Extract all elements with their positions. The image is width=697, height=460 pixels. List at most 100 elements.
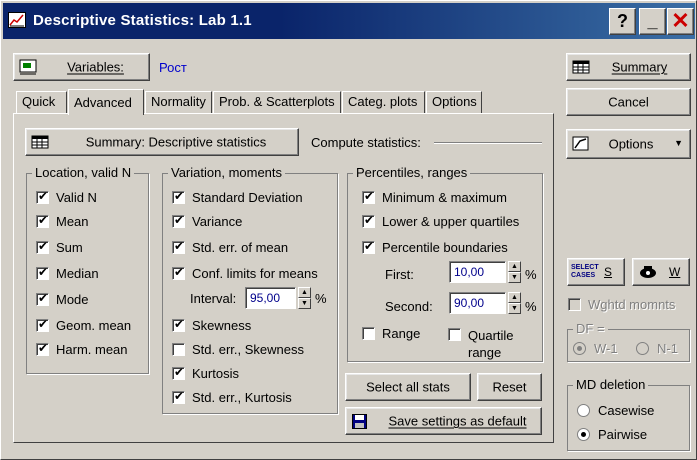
cancel-button[interactable]: Cancel bbox=[566, 88, 691, 116]
casewise-radio[interactable]: Casewise bbox=[577, 403, 654, 418]
summary-button[interactable]: Summary bbox=[566, 53, 691, 81]
df-group-title: DF = bbox=[573, 321, 608, 336]
checkbox-box bbox=[36, 189, 49, 204]
second-spinner[interactable]: ▲ ▼ bbox=[508, 292, 521, 314]
percentile-boundaries-checkbox[interactable]: Percentile boundaries bbox=[362, 239, 508, 255]
variables-icon bbox=[19, 59, 37, 78]
mode-checkbox[interactable]: Mode bbox=[36, 291, 89, 307]
std-err-kurtosis-checkbox[interactable]: Std. err., Kurtosis bbox=[172, 389, 292, 405]
spin-down-icon[interactable]: ▼ bbox=[508, 272, 521, 283]
spin-up-icon[interactable]: ▲ bbox=[298, 287, 311, 298]
percentiles-group-title: Percentiles, ranges bbox=[353, 165, 471, 180]
first-spinner[interactable]: ▲ ▼ bbox=[508, 261, 521, 283]
checkbox-label: Median bbox=[56, 266, 99, 281]
quartile-range-label-2: range bbox=[468, 345, 502, 360]
radio-label: W-1 bbox=[594, 341, 618, 356]
variables-value: Рост bbox=[159, 60, 187, 75]
checkbox-box bbox=[172, 189, 185, 204]
button-label: Save settings as default bbox=[388, 413, 527, 429]
checkbox-label: Wghtd momnts bbox=[588, 297, 676, 312]
first-percentile-input[interactable]: 10,00 bbox=[449, 261, 506, 283]
variables-button[interactable]: Variables: bbox=[13, 53, 150, 81]
standard-deviation-checkbox[interactable]: Standard Deviation bbox=[172, 189, 303, 205]
checkbox-box bbox=[362, 239, 375, 254]
save-settings-default-button[interactable]: Save settings as default bbox=[345, 407, 542, 435]
chevron-down-icon: ▼ bbox=[674, 138, 683, 148]
wghtd-momnts-checkbox[interactable]: Wghtd momnts bbox=[568, 297, 675, 312]
range-checkbox[interactable]: Range bbox=[362, 326, 420, 341]
compute-separator bbox=[434, 142, 542, 144]
select-cases-icon: SELECT CASES bbox=[571, 264, 599, 279]
mean-checkbox[interactable]: Mean bbox=[36, 213, 89, 229]
variables-button-label: Variables: bbox=[67, 59, 124, 75]
tab-label: Prob. & Scatterplots bbox=[219, 94, 335, 109]
quartiles-checkbox[interactable]: Lower & upper quartiles bbox=[362, 213, 519, 229]
tab-options[interactable]: Options bbox=[426, 91, 482, 113]
sum-checkbox[interactable]: Sum bbox=[36, 239, 83, 255]
median-checkbox[interactable]: Median bbox=[36, 265, 99, 281]
checkbox-box bbox=[362, 189, 375, 204]
checkbox-box bbox=[36, 291, 49, 306]
variance-checkbox[interactable]: Variance bbox=[172, 213, 242, 229]
tab-categ-plots[interactable]: Categ. plots bbox=[342, 91, 425, 113]
skewness-checkbox[interactable]: Skewness bbox=[172, 317, 251, 333]
checkbox-box bbox=[172, 317, 185, 332]
tab-quick[interactable]: Quick bbox=[16, 91, 67, 113]
tab-normality[interactable]: Normality bbox=[145, 91, 212, 113]
radio-label: Pairwise bbox=[598, 427, 648, 442]
second-percentile-input[interactable]: 90,00 bbox=[449, 292, 506, 314]
tab-prob-scatterplots[interactable]: Prob. & Scatterplots bbox=[213, 91, 341, 113]
window-title: Descriptive Statistics: Lab 1.1 bbox=[33, 12, 252, 29]
checkbox-label: Conf. limits for means bbox=[192, 266, 318, 281]
tab-advanced[interactable]: Advanced bbox=[68, 89, 144, 115]
interval-input[interactable]: 95,00 bbox=[245, 287, 296, 309]
tab-label: Categ. plots bbox=[348, 94, 418, 109]
harm-mean-checkbox[interactable]: Harm. mean bbox=[36, 341, 128, 357]
checkbox-label: Sum bbox=[56, 240, 83, 255]
checkbox-label: Range bbox=[382, 326, 421, 341]
close-button[interactable]: ✕ bbox=[667, 8, 694, 35]
checkbox-label: Std. err., Skewness bbox=[192, 342, 304, 357]
spin-up-icon[interactable]: ▲ bbox=[508, 261, 521, 272]
compute-statistics-label: Compute statistics: bbox=[311, 135, 421, 150]
kurtosis-checkbox[interactable]: Kurtosis bbox=[172, 365, 239, 381]
conf-limits-checkbox[interactable]: Conf. limits for means bbox=[172, 265, 318, 281]
checkbox-box bbox=[172, 213, 185, 228]
checkbox-box bbox=[362, 213, 375, 228]
checkbox-box bbox=[36, 317, 49, 332]
checkbox-label: Harm. mean bbox=[56, 342, 128, 357]
radio-dot bbox=[573, 342, 586, 355]
df-n-1-radio[interactable]: N-1 bbox=[636, 341, 678, 356]
help-button[interactable]: ? bbox=[609, 8, 636, 35]
geom-mean-checkbox[interactable]: Geom. mean bbox=[36, 317, 131, 333]
pairwise-radio[interactable]: Pairwise bbox=[577, 427, 647, 442]
min-max-checkbox[interactable]: Minimum & maximum bbox=[362, 189, 507, 205]
weight-button[interactable]: W bbox=[632, 258, 690, 286]
summary-descriptive-button[interactable]: Summary: Descriptive statistics bbox=[25, 128, 299, 156]
weight-icon bbox=[639, 265, 657, 282]
reset-button[interactable]: Reset bbox=[477, 373, 542, 401]
app-chart-icon bbox=[8, 12, 26, 28]
select-all-stats-button[interactable]: Select all stats bbox=[345, 373, 471, 401]
button-label: S bbox=[604, 265, 613, 279]
tab-label: Advanced bbox=[74, 95, 132, 110]
variation-group-title: Variation, moments bbox=[168, 165, 286, 180]
checkbox-box bbox=[172, 265, 185, 280]
checkbox-label: Kurtosis bbox=[192, 366, 239, 381]
title-bar[interactable]: Descriptive Statistics: Lab 1.1 ? _ ✕ bbox=[3, 3, 695, 39]
spin-up-icon[interactable]: ▲ bbox=[508, 292, 521, 303]
button-label: Summary bbox=[611, 59, 668, 75]
select-cases-button[interactable]: SELECT CASES S bbox=[567, 258, 625, 286]
button-label: Select all stats bbox=[366, 379, 450, 395]
md-deletion-title: MD deletion bbox=[573, 377, 649, 392]
valid-n-checkbox[interactable]: Valid N bbox=[36, 189, 97, 205]
minimize-button[interactable]: _ bbox=[639, 8, 666, 35]
spin-down-icon[interactable]: ▼ bbox=[508, 303, 521, 314]
std-err-skewness-checkbox[interactable]: Std. err., Skewness bbox=[172, 342, 304, 357]
interval-spinner[interactable]: ▲ ▼ bbox=[298, 287, 311, 309]
df-w-1-radio[interactable]: W-1 bbox=[573, 341, 618, 356]
quartile-range-checkbox[interactable] bbox=[448, 328, 468, 341]
spin-down-icon[interactable]: ▼ bbox=[298, 298, 311, 309]
std-err-mean-checkbox[interactable]: Std. err. of mean bbox=[172, 239, 288, 255]
options-dropdown-button[interactable]: Options ▼ bbox=[566, 129, 691, 159]
